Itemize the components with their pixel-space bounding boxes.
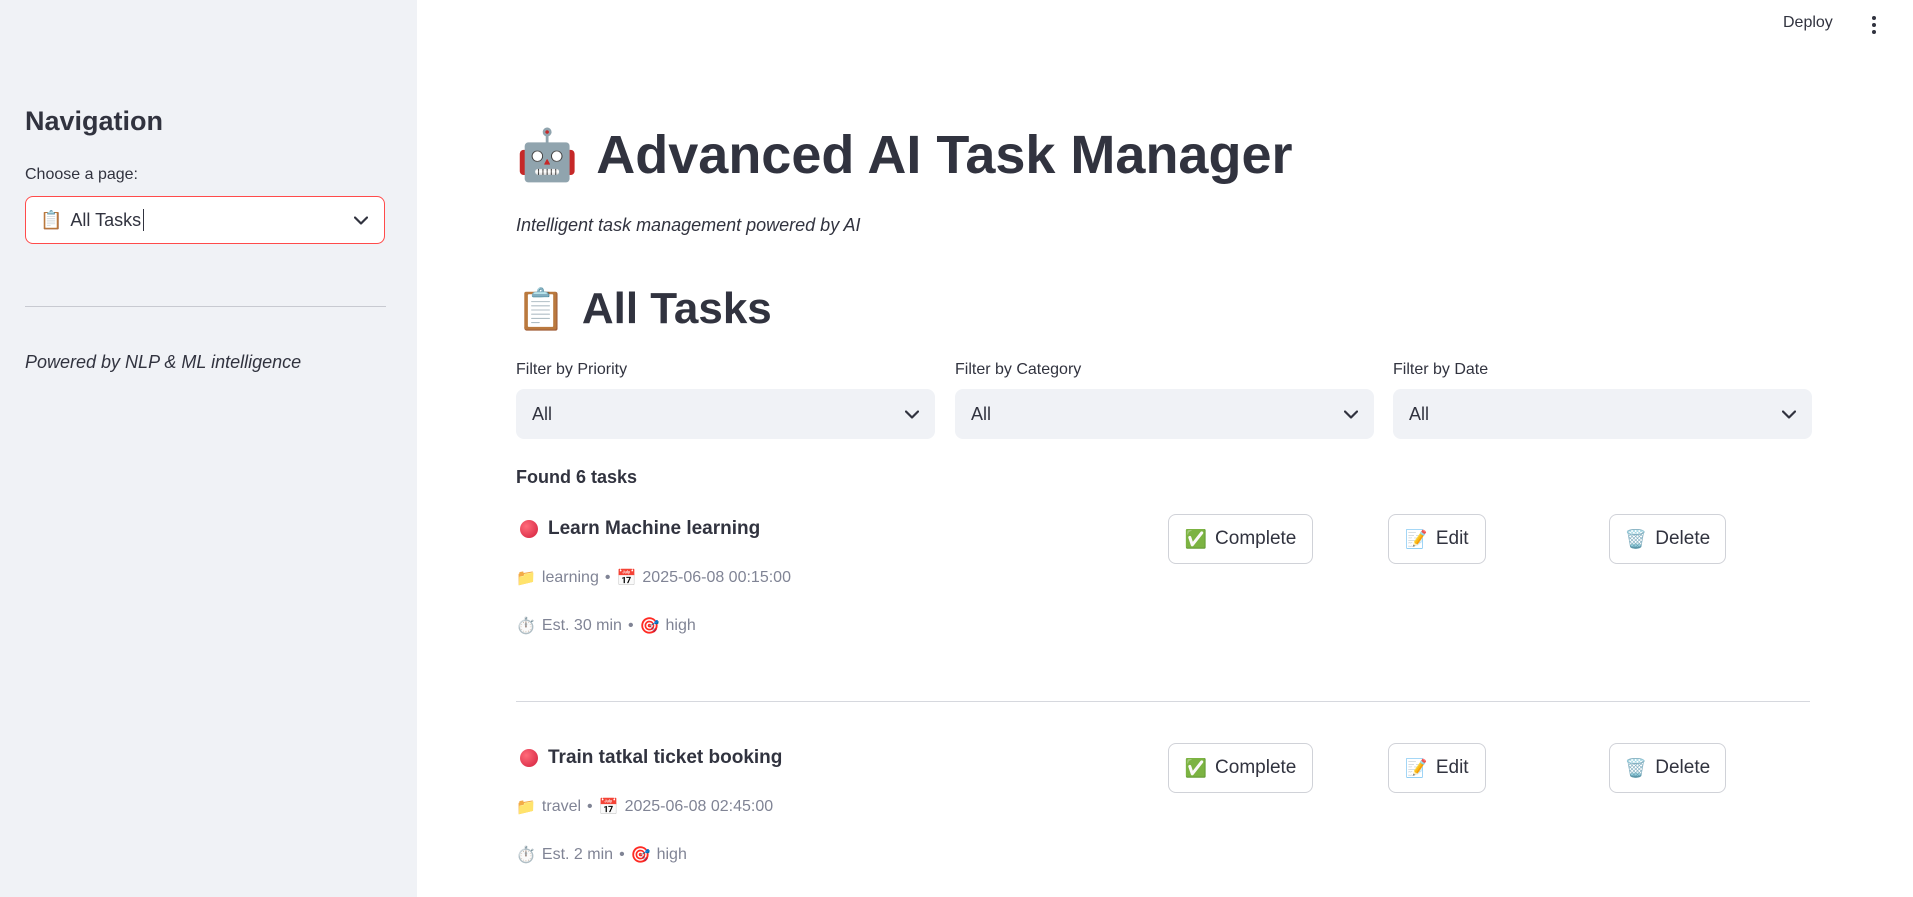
filter-priority-select[interactable]: All [516,389,935,439]
target-icon: 🎯 [630,847,651,864]
chevron-down-icon [904,404,920,425]
priority-dot-icon [520,749,538,767]
task-priority: high [656,846,687,863]
page-title: 🤖 Advanced AI Task Manager [516,124,1293,186]
task-category: learning [541,569,599,586]
task-estimate: Est. 2 min [541,846,614,863]
task-item: Train tatkal ticket booking 📁 travel • 📅… [516,743,1810,864]
text-cursor [143,209,145,231]
page-select-value: All Tasks [70,209,142,230]
timer-icon: ⏱️ [516,847,536,864]
chevron-down-icon [1343,404,1359,425]
task-priority: high [665,617,696,634]
timer-icon: ⏱️ [516,618,536,635]
task-divider [516,701,1810,702]
check-icon: ✅ [1184,528,1208,549]
clipboard-icon: 📋 [40,209,63,230]
filter-category-value: All [971,403,992,424]
task-meta-line: 📁 learning • 📅 2025-06-08 00:15:00 [516,568,791,588]
chevron-down-icon [353,210,369,231]
delete-button[interactable]: 🗑️ Delete [1609,743,1726,793]
complete-button-label: Complete [1215,528,1297,549]
sidebar: Navigation Choose a page: 📋 All Tasks Po… [0,0,417,897]
memo-icon: 📝 [1405,757,1428,778]
task-meta-line: 📁 travel • 📅 2025-06-08 02:45:00 [516,797,773,817]
more-options-icon[interactable] [1866,14,1882,34]
filter-category-label: Filter by Category [955,361,1082,378]
edit-button[interactable]: 📝 Edit [1388,743,1486,793]
task-item: Learn Machine learning 📁 learning • 📅 20… [516,514,1810,635]
task-category: travel [541,798,582,815]
filter-date-value: All [1409,403,1430,424]
chevron-down-icon [1781,404,1797,425]
edit-button-label: Edit [1435,528,1469,549]
delete-button[interactable]: 🗑️ Delete [1609,514,1726,564]
filter-category: Filter by Category All [955,361,1374,439]
filter-priority-label: Filter by Priority [516,361,628,378]
sidebar-divider [25,306,386,307]
separator: • [627,617,634,634]
separator: • [587,798,593,815]
deploy-button[interactable]: Deploy [1783,14,1833,32]
delete-button-label: Delete [1655,757,1711,778]
filter-category-select[interactable]: All [955,389,1374,439]
target-icon: 🎯 [639,618,660,635]
trash-icon: 🗑️ [1624,528,1648,549]
task-estimate: Est. 30 min [541,617,622,634]
complete-button-label: Complete [1215,757,1297,778]
robot-icon: 🤖 [516,126,579,183]
page-select-label: Choose a page: [25,166,138,183]
edit-button[interactable]: 📝 Edit [1388,514,1486,564]
page-select[interactable]: 📋 All Tasks [25,196,385,244]
task-title-text: Learn Machine learning [548,518,761,539]
section-title: 📋 All Tasks [516,284,772,334]
filter-date-label: Filter by Date [1393,361,1489,378]
filter-priority-value: All [532,403,553,424]
edit-button-label: Edit [1435,757,1469,778]
filter-priority: Filter by Priority All [516,361,935,439]
calendar-icon: 📅 [598,799,619,816]
trash-icon: 🗑️ [1624,757,1648,778]
folder-icon: 📁 [516,799,536,816]
task-meta-line: ⏱️ Est. 2 min • 🎯 high [516,845,687,865]
separator: • [619,846,625,863]
page-title-text: Advanced AI Task Manager [596,125,1293,185]
separator: • [604,569,611,586]
filter-date-select[interactable]: All [1393,389,1812,439]
task-count: Found 6 tasks [516,467,638,487]
check-icon: ✅ [1184,757,1208,778]
folder-icon: 📁 [516,570,536,587]
complete-button[interactable]: ✅ Complete [1168,514,1313,564]
clipboard-icon: 📋 [516,287,566,332]
delete-button-label: Delete [1655,528,1711,549]
task-title-text: Train tatkal ticket booking [548,747,783,768]
section-title-text: All Tasks [581,284,772,333]
calendar-icon: 📅 [616,570,637,587]
task-meta-line: ⏱️ Est. 30 min • 🎯 high [516,616,696,636]
memo-icon: 📝 [1405,528,1428,549]
task-due: 2025-06-08 02:45:00 [624,798,774,815]
page-subtitle: Intelligent task management powered by A… [516,215,861,235]
complete-button[interactable]: ✅ Complete [1168,743,1313,793]
sidebar-caption: Powered by NLP & ML intelligence [25,352,302,372]
task-due: 2025-06-08 00:15:00 [642,569,791,586]
priority-dot-icon [520,520,538,538]
filter-date: Filter by Date All [1393,361,1812,439]
sidebar-heading: Navigation [25,106,164,136]
